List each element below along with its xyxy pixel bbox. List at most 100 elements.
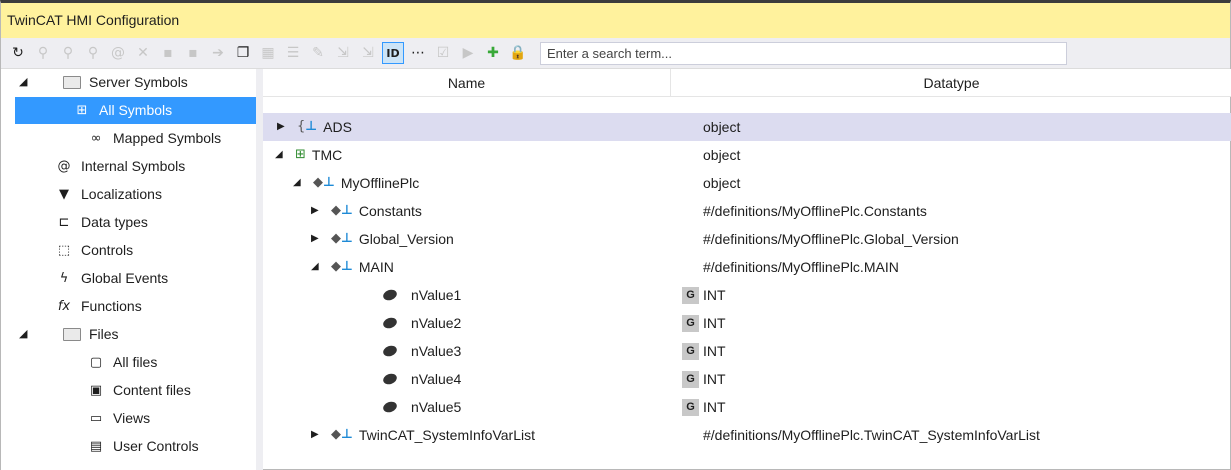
tree-label: Mapped Symbols	[113, 130, 222, 146]
symbol-icon: ◆⊥	[331, 427, 353, 442]
tree-item-views[interactable]: ▭ Views	[1, 405, 256, 432]
tree-label: Server Symbols	[89, 74, 188, 90]
symbol-name: TwinCAT_SystemInfoVarList	[358, 427, 535, 443]
tree-item-files[interactable]: ◢ Files	[1, 321, 256, 348]
table-row[interactable]: nValue5 G INT	[263, 393, 1231, 421]
arrow-icon[interactable]: ➔	[207, 42, 229, 64]
expand-arrow-icon[interactable]: ▶	[311, 225, 323, 253]
expand-arrow-icon[interactable]: ▶	[311, 197, 323, 225]
variable-icon	[381, 399, 399, 415]
tree-item-all-symbols[interactable]: ⊞ All Symbols	[15, 97, 256, 124]
tree-label: Content files	[113, 382, 191, 398]
tree-item-controls[interactable]: ⬚ Controls	[1, 237, 256, 264]
move-icon[interactable]: ⇲	[332, 42, 354, 64]
copy-icon[interactable]: ❐	[232, 42, 254, 64]
table-icon[interactable]: ▦	[257, 42, 279, 64]
collapse-arrow-icon[interactable]: ◢	[19, 69, 27, 96]
symbol-name: MAIN	[358, 259, 394, 275]
tree-label: User Controls	[113, 438, 199, 454]
column-header-name[interactable]: Name	[263, 69, 671, 97]
unmap-icon[interactable]: ⚲	[82, 42, 104, 64]
collapse-arrow-icon[interactable]: ◢	[275, 141, 287, 169]
add-icon[interactable]: ✚	[482, 42, 504, 64]
collapse-arrow-icon[interactable]: ◢	[19, 321, 27, 348]
more-icon[interactable]: ⋯	[407, 42, 429, 64]
move2-icon[interactable]: ⇲	[357, 42, 379, 64]
global-badge: G	[682, 371, 699, 388]
table-row[interactable]: ◢ ◆⊥ MAIN #/definitions/MyOfflinePlc.MAI…	[263, 253, 1231, 281]
table-row[interactable]: nValue1 G INT	[263, 281, 1231, 309]
tree-label: Global Events	[81, 270, 169, 286]
play-icon[interactable]: ▶	[457, 42, 479, 64]
symbol-name: nValue4	[411, 371, 462, 387]
tree-item-all-files[interactable]: ▢ All files	[1, 349, 256, 376]
tree-label: Localizations	[81, 186, 162, 202]
hmi-configuration-window: TwinCAT HMI Configuration ↻ ⚲ ⚲ ⚲ @ ✕ ▪ …	[0, 0, 1231, 470]
tree-item-content-files[interactable]: ▣ Content files	[1, 377, 256, 404]
views-icon: ▭	[89, 411, 103, 426]
table-row[interactable]: nValue4 G INT	[263, 365, 1231, 393]
tree-item-data-types[interactable]: ⊏ Data types	[1, 209, 256, 236]
id-icon[interactable]: ID	[382, 42, 404, 64]
localization-icon: ▼	[59, 187, 69, 202]
symbol-datatype: INT	[703, 399, 726, 415]
symbol-name: Global_Version	[358, 231, 454, 247]
symbol-name: ADS	[323, 119, 352, 135]
symbol-datatype: #/definitions/MyOfflinePlc.Constants	[703, 203, 927, 219]
symbol-name: nValue2	[411, 315, 462, 331]
map-icon[interactable]: ⚲	[32, 42, 54, 64]
variable-icon	[381, 315, 399, 331]
table-row[interactable]: ▶ ◆⊥ Constants #/definitions/MyOfflinePl…	[263, 197, 1231, 225]
table-row[interactable]: ▶ ◆⊥ TwinCAT_SystemInfoVarList #/definit…	[263, 421, 1231, 449]
lightning-icon: ϟ	[59, 271, 69, 286]
variable-icon	[381, 371, 399, 387]
tree-label: Files	[89, 326, 119, 342]
tree-item-server-symbols[interactable]: ◢ Server Symbols	[1, 69, 256, 96]
tree-item-user-controls[interactable]: ▤ User Controls	[1, 433, 256, 460]
table-row[interactable]: ▶ ◆⊥ Global_Version #/definitions/MyOffl…	[263, 225, 1231, 253]
collapse-arrow-icon[interactable]: ◢	[311, 253, 323, 281]
table-row[interactable]: nValue3 G INT	[263, 337, 1231, 365]
tag2-icon[interactable]: ▪	[182, 42, 204, 64]
tag-icon[interactable]: ▪	[157, 42, 179, 64]
table-row[interactable]: nValue2 G INT	[263, 309, 1231, 337]
list-icon[interactable]: ☰	[282, 42, 304, 64]
tree-label: Data types	[81, 214, 148, 230]
panel-splitter[interactable]	[256, 69, 263, 470]
column-header-datatype[interactable]: Datatype	[671, 69, 1231, 97]
checkbox-icon[interactable]: ☑	[432, 42, 454, 64]
expand-arrow-icon[interactable]: ▶	[311, 421, 323, 449]
global-badge: G	[682, 315, 699, 332]
symbol-datatype: INT	[703, 343, 726, 359]
table-row[interactable]: ▶ {⊥ ADS object	[263, 113, 1231, 141]
symbol-icon: ◆⊥	[331, 203, 353, 218]
symbol-name: nValue5	[411, 399, 462, 415]
window-title: TwinCAT HMI Configuration	[1, 3, 1230, 38]
symbol-name: Constants	[358, 203, 422, 219]
table-row[interactable]: ◢ ◆⊥ MyOfflinePlc object	[263, 169, 1231, 197]
search-input[interactable]: Enter a search term...	[540, 41, 1067, 65]
symbol-icon: ◆⊥	[331, 259, 353, 274]
symbol-name: MyOfflinePlc	[340, 175, 420, 191]
lock-icon[interactable]: 🔒	[507, 42, 529, 64]
toolbar: ↻ ⚲ ⚲ ⚲ @ ✕ ▪ ▪ ➔ ❐ ▦ ☰ ✎ ⇲ ⇲ ID ⋯ ☑ ▶ ✚…	[1, 38, 1230, 69]
refresh-icon[interactable]: ↻	[7, 42, 29, 64]
tree-item-functions[interactable]: fx Functions	[1, 293, 256, 320]
table-row[interactable]: ◢ ⊞ TMC object	[263, 141, 1231, 169]
tree-item-internal-symbols[interactable]: @ Internal Symbols	[1, 153, 256, 180]
user-controls-icon: ▤	[89, 439, 103, 454]
delete-icon[interactable]: ✕	[132, 42, 154, 64]
symbol-name: TMC	[311, 147, 343, 163]
folder-icon	[63, 327, 81, 343]
symbol-tree-icon: ⊞	[295, 147, 306, 162]
symbol-tree: ◢ Server Symbols ⊞ All Symbols ∞ Mapped …	[1, 69, 256, 470]
tree-item-localizations[interactable]: ▼ Localizations	[1, 181, 256, 208]
symbol-datatype: INT	[703, 315, 726, 331]
map-all-icon[interactable]: ⚲	[57, 42, 79, 64]
at-icon[interactable]: @	[107, 42, 129, 64]
tree-item-mapped-symbols[interactable]: ∞ Mapped Symbols	[1, 125, 256, 152]
edit-icon[interactable]: ✎	[307, 42, 329, 64]
collapse-arrow-icon[interactable]: ◢	[293, 169, 305, 197]
tree-item-global-events[interactable]: ϟ Global Events	[1, 265, 256, 292]
expand-arrow-icon[interactable]: ▶	[277, 113, 289, 141]
